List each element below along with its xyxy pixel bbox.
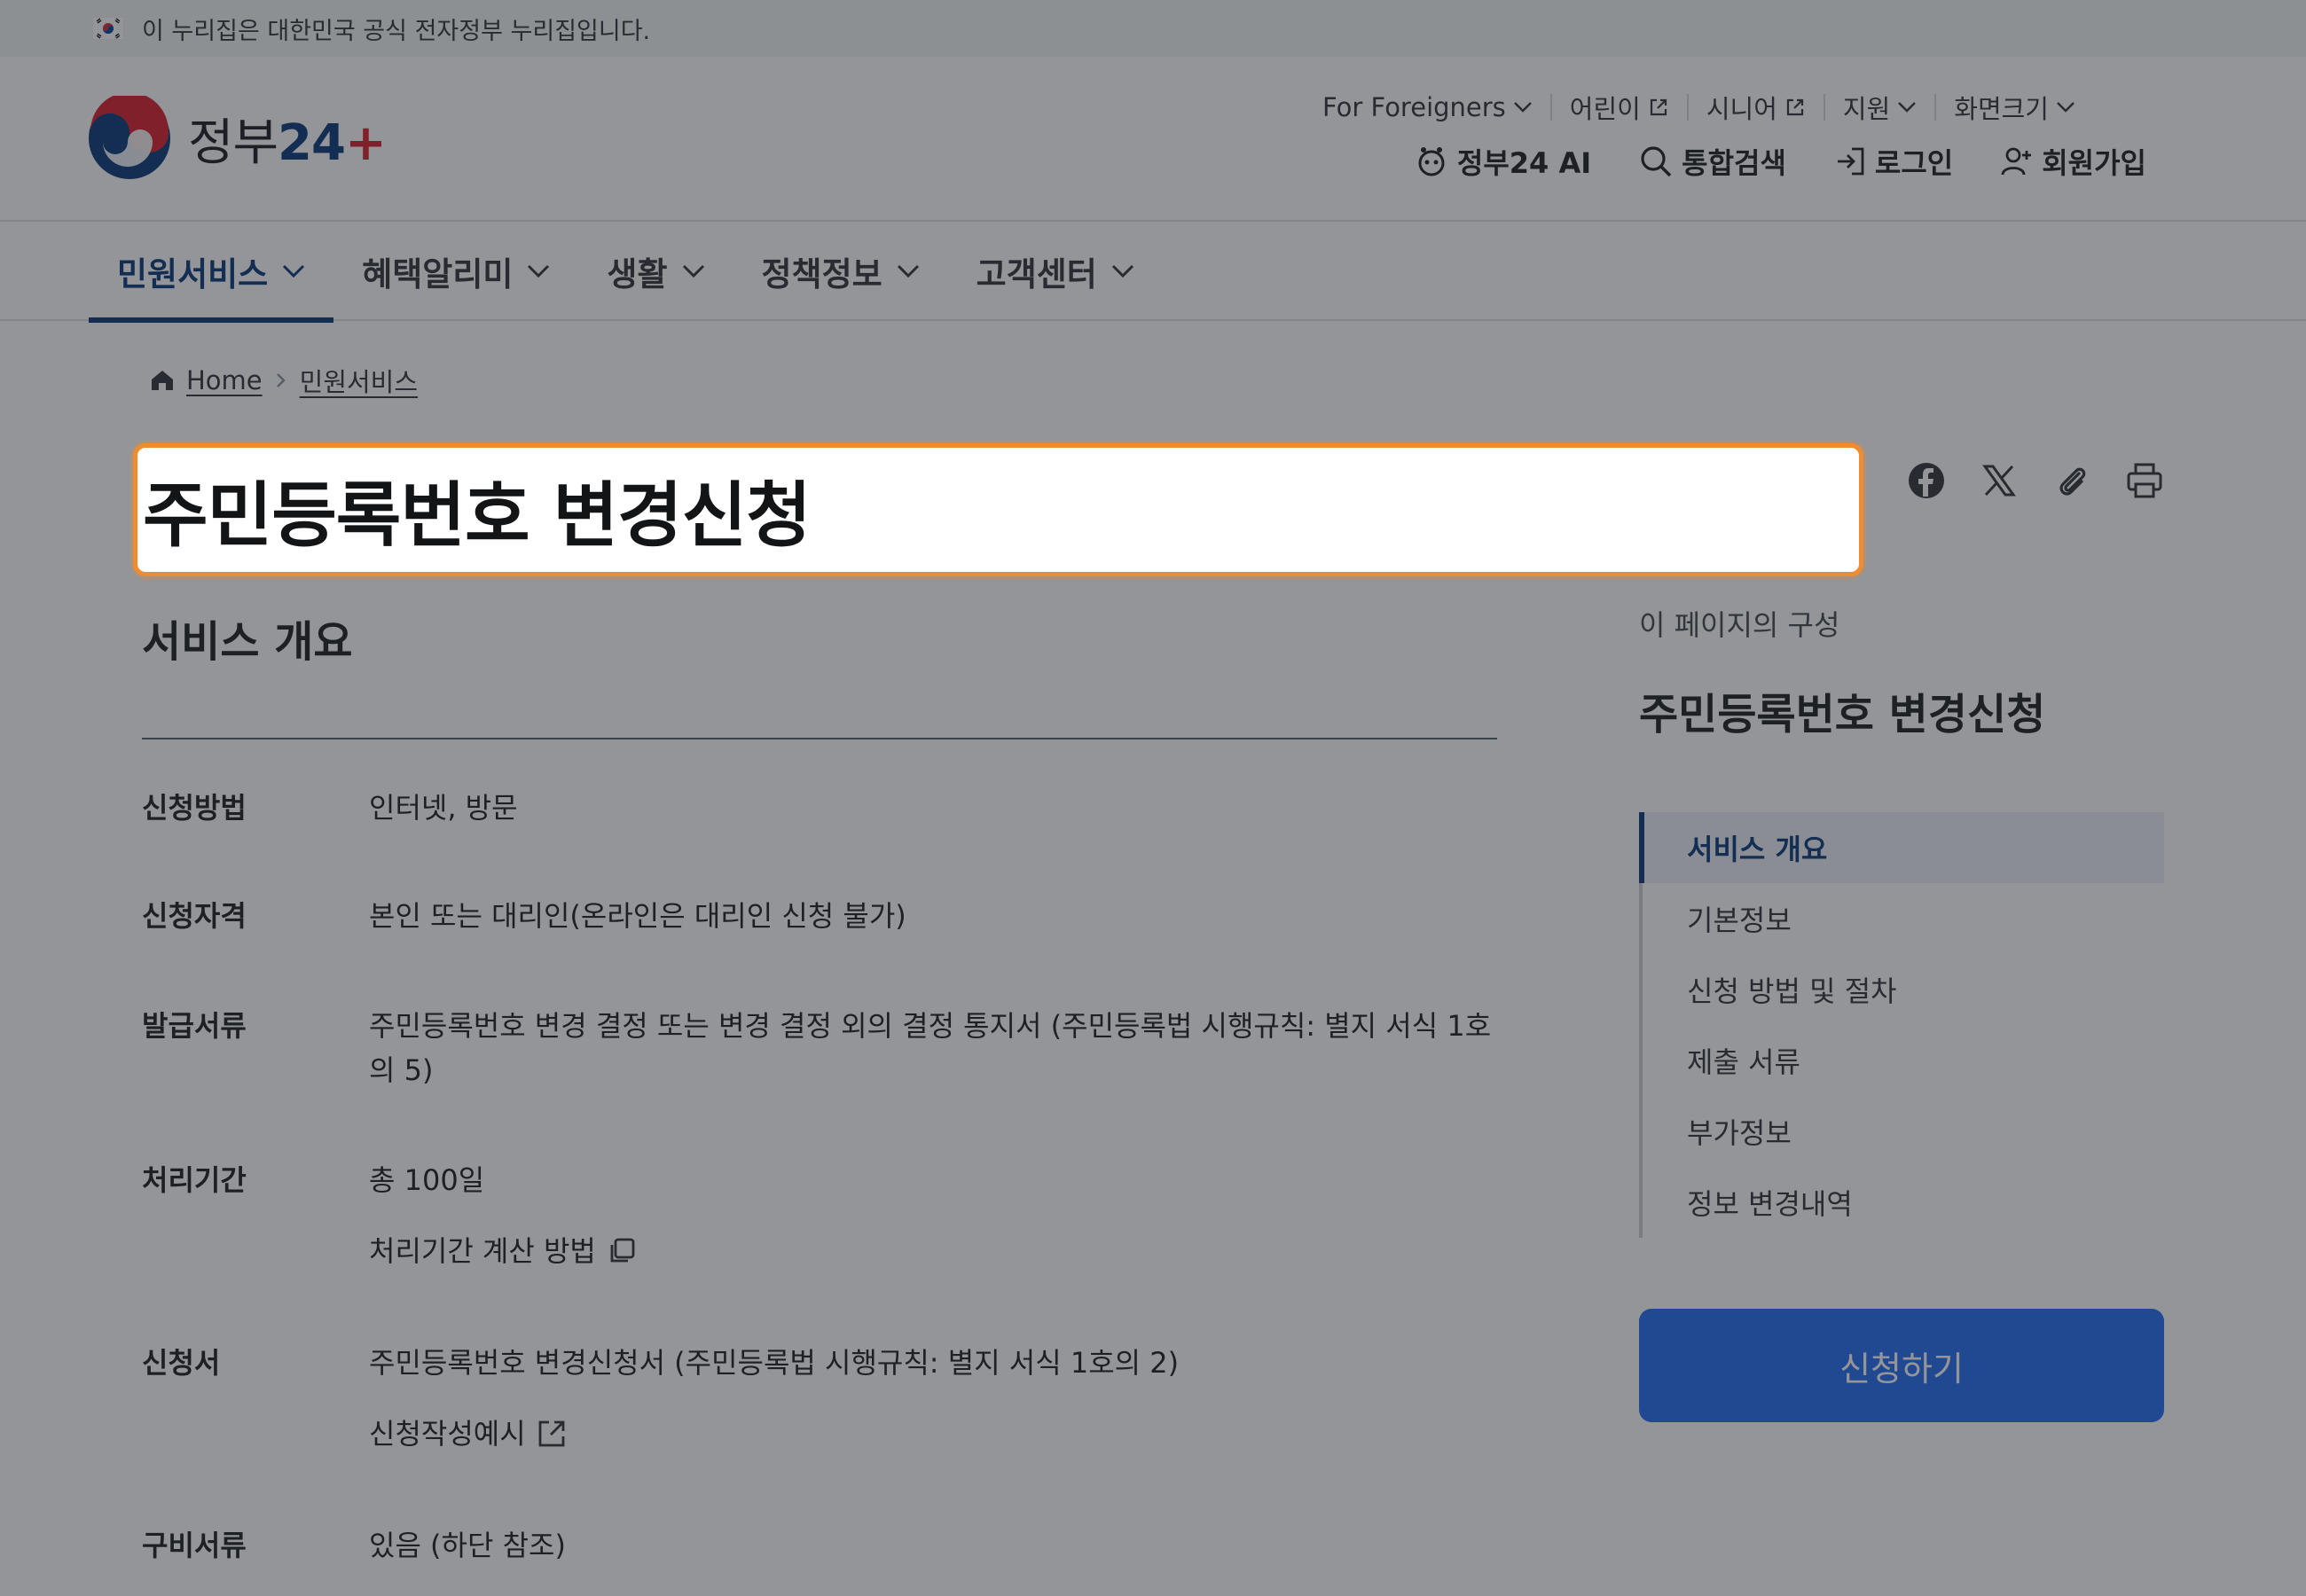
page-title-highlight: 주민등록번호 변경신청 — [133, 443, 1863, 576]
gnb-item-policy[interactable]: 정책정보 — [733, 222, 948, 321]
application-example-link[interactable]: 신청작성예시 — [369, 1412, 1179, 1456]
home-icon — [152, 371, 173, 390]
header-actions: 정부24 AI 통합검색 로그인 회원가입 — [1415, 141, 2146, 182]
overview-section-title: 서비스 개요 — [142, 617, 353, 667]
gnb-item-life[interactable]: 생활 — [578, 222, 733, 321]
search-icon — [1641, 146, 1672, 177]
paperclip-icon — [2059, 467, 2086, 496]
facebook-icon — [1909, 463, 1944, 498]
printer-icon — [2127, 463, 2162, 498]
gov24-logo[interactable]: 정부24+ — [87, 96, 387, 181]
x-share-button[interactable] — [1980, 461, 2019, 500]
toc-item-change-history[interactable]: 정보 변경내역 — [1643, 1167, 2164, 1238]
for-foreigners-menu[interactable]: For Foreigners — [1305, 92, 1550, 122]
toc-item-additional-info[interactable]: 부가정보 — [1643, 1096, 2164, 1167]
chevron-down-icon — [283, 264, 305, 278]
breadcrumb: Home 민원서비스 — [149, 362, 418, 399]
external-link-icon — [1786, 98, 1803, 116]
integrated-search-button[interactable]: 통합검색 — [1639, 141, 1786, 182]
toc-item-method-procedure[interactable]: 신청 방법 및 절차 — [1643, 954, 2164, 1025]
breadcrumb-home-link[interactable]: Home — [186, 365, 263, 395]
login-icon — [1837, 147, 1864, 176]
taegeuk-logo-icon — [89, 96, 170, 179]
korea-flag-icon — [91, 16, 125, 41]
info-row-eligibility: 신청자격 본인 또는 대리인(온라인은 대리인 신청 불가) — [142, 899, 906, 933]
x-twitter-icon — [1982, 465, 2016, 497]
info-row-application-form: 신청서 주민등록번호 변경신청서 (주민등록법 시행규칙: 별지 서식 1호의 … — [142, 1341, 1499, 1456]
chevron-right-icon — [276, 373, 286, 387]
toc-title: 주민등록번호 변경신청 — [1639, 690, 2046, 739]
screen-size-menu[interactable]: 화면크기 — [1936, 89, 2093, 126]
gov-banner-text: 이 누리집은 대한민국 공식 전자정부 누리집입니다. — [142, 17, 651, 45]
info-row-issued-documents: 발급서류 주민등록번호 변경 결정 또는 변경 결정 외의 결정 통지서 (주민… — [142, 1009, 1492, 1087]
gnb-item-customer-center[interactable]: 고객센터 — [948, 222, 1163, 321]
apply-button[interactable]: 신청하기 — [1639, 1309, 2164, 1422]
toc-list: 서비스 개요 기본정보 신청 방법 및 절차 제출 서류 부가정보 정보 변경내… — [1639, 812, 2164, 1238]
popup-window-icon — [610, 1238, 635, 1263]
chevron-down-icon — [2057, 102, 2075, 113]
external-link-icon — [538, 1420, 565, 1447]
info-row-processing-time: 처리기간 총 100일 처리기간 계산 방법 — [142, 1158, 1499, 1273]
toc-item-overview[interactable]: 서비스 개요 — [1639, 812, 2164, 883]
signup-button[interactable]: 회원가입 — [2001, 141, 2146, 182]
add-user-icon — [2001, 147, 2032, 176]
gnb-item-civil-services[interactable]: 민원서비스 — [89, 222, 334, 323]
chevron-down-icon — [1111, 264, 1133, 278]
section-divider — [142, 738, 1497, 739]
gov-official-banner: 이 누리집은 대한민국 공식 전자정부 누리집입니다. — [0, 0, 2306, 57]
info-row-method: 신청방법 인터넷, 방문 — [142, 791, 518, 825]
processing-time-calc-link[interactable]: 처리기간 계산 방법 — [369, 1229, 637, 1273]
senior-link[interactable]: 시니어 — [1689, 89, 1824, 126]
copy-link-button[interactable] — [2052, 461, 2091, 500]
kids-link[interactable]: 어린이 — [1552, 89, 1687, 126]
chevron-down-icon — [528, 264, 550, 278]
main-navigation: 민원서비스 혜택알리미 생활 정책정보 고객센터 — [0, 222, 2306, 323]
info-row-required-documents: 구비서류 있음 (하단 참조) — [142, 1529, 566, 1562]
support-menu[interactable]: 지원 — [1825, 89, 1934, 126]
external-link-icon — [1650, 98, 1667, 116]
breadcrumb-current-link[interactable]: 민원서비스 — [300, 362, 418, 399]
share-toolbar — [1907, 461, 2164, 500]
toc-item-documents[interactable]: 제출 서류 — [1643, 1025, 2164, 1096]
print-button[interactable] — [2125, 461, 2164, 500]
gov24-logo-text: 정부24+ — [188, 113, 387, 172]
gov24-ai-button[interactable]: 정부24 AI — [1415, 141, 1591, 182]
chevron-down-icon — [1898, 102, 1917, 113]
ai-bot-icon — [1418, 147, 1445, 176]
page-title: 주민등록번호 변경신청 — [143, 474, 812, 557]
chevron-down-icon — [897, 264, 919, 278]
toc-caption: 이 페이지의 구성 — [1639, 608, 1840, 642]
login-button[interactable]: 로그인 — [1834, 141, 1953, 182]
site-header: 정부24+ For Foreigners 어린이 시니어 지원 화면크기 정부2… — [0, 57, 2306, 222]
gnb-item-benefits[interactable]: 혜택알리미 — [333, 222, 578, 321]
chevron-down-icon — [1513, 102, 1532, 113]
toc-item-basic-info[interactable]: 기본정보 — [1643, 883, 2164, 954]
utility-links: For Foreigners 어린이 시니어 지원 화면크기 — [1305, 89, 2093, 126]
facebook-share-button[interactable] — [1907, 461, 1946, 500]
chevron-down-icon — [682, 264, 704, 278]
